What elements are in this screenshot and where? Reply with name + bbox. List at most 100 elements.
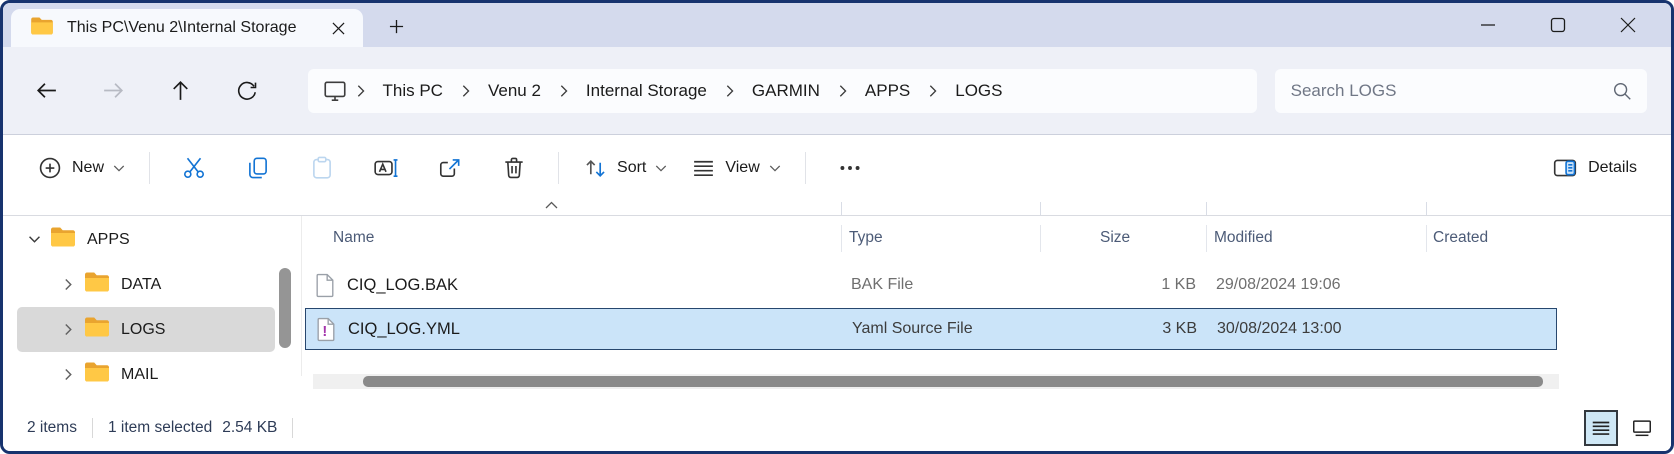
search-icon[interactable] xyxy=(1611,80,1633,107)
breadcrumb-chevron-icon xyxy=(717,84,742,98)
this-pc-icon xyxy=(322,78,348,104)
file-row-ciq-log-yml[interactable]: ! CIQ_LOG.YML Yaml Source File 3 KB 30/0… xyxy=(305,308,1557,350)
breadcrumb-this-pc[interactable]: This PC xyxy=(373,75,453,107)
sort-ascending-caret-icon xyxy=(545,196,558,214)
tab-title: This PC\Venu 2\Internal Storage xyxy=(67,19,296,37)
plus-circle-icon xyxy=(37,155,63,181)
toolbar-divider xyxy=(558,152,559,184)
sidebar-item-logs[interactable]: LOGS xyxy=(17,307,275,352)
column-header-created[interactable]: Created xyxy=(1433,216,1488,260)
horizontal-scrollbar-thumb[interactable] xyxy=(363,376,1543,387)
breadcrumb-chevron-icon xyxy=(920,84,945,98)
more-options-button[interactable] xyxy=(827,149,873,187)
toolbar: New Sort xyxy=(3,135,1671,216)
svg-text:!: ! xyxy=(322,323,327,339)
chevron-right-icon[interactable] xyxy=(51,368,85,381)
delete-button[interactable] xyxy=(491,149,537,187)
search-box xyxy=(1275,69,1647,113)
details-view-toggle[interactable] xyxy=(1584,410,1618,446)
folder-icon xyxy=(85,272,109,297)
sidebar-item-label: DATA xyxy=(121,276,161,294)
file-size: 3 KB xyxy=(997,309,1197,349)
column-header-modified[interactable]: Modified xyxy=(1214,216,1273,260)
pane-divider xyxy=(301,216,302,376)
file-type: BAK File xyxy=(851,264,913,306)
address-bar[interactable]: This PC Venu 2 Internal Storage GARMIN A… xyxy=(308,69,1257,113)
selection-count: 1 item selected xyxy=(108,419,212,437)
minimize-button[interactable] xyxy=(1475,12,1501,38)
sidebar-item-label: LOGS xyxy=(121,321,165,339)
new-button[interactable]: New xyxy=(25,148,137,188)
column-divider[interactable] xyxy=(1040,225,1041,252)
column-header-name[interactable]: Name xyxy=(333,216,374,260)
back-button[interactable] xyxy=(27,71,67,111)
chevron-right-icon[interactable] xyxy=(51,323,85,336)
breadcrumb-garmin[interactable]: GARMIN xyxy=(742,75,830,107)
column-divider[interactable] xyxy=(1206,225,1207,252)
column-header-size[interactable]: Size xyxy=(1100,216,1130,260)
forward-button[interactable] xyxy=(94,71,134,111)
file-modified: 29/08/2024 19:06 xyxy=(1216,264,1341,306)
view-button-label: View xyxy=(725,159,759,177)
maximize-button[interactable] xyxy=(1545,12,1571,38)
file-name: CIQ_LOG.YML xyxy=(348,309,460,349)
paste-button[interactable] xyxy=(299,149,345,187)
breadcrumb-apps[interactable]: APPS xyxy=(855,75,920,107)
details-pane-icon xyxy=(1552,155,1578,181)
thumbnail-view-toggle[interactable] xyxy=(1625,410,1659,446)
chevron-down-icon[interactable] xyxy=(17,235,51,244)
chevron-down-icon xyxy=(113,164,125,173)
status-divider xyxy=(92,418,93,438)
window-controls xyxy=(1475,12,1671,38)
breadcrumb-chevron-icon xyxy=(348,84,373,98)
cut-button[interactable] xyxy=(171,149,217,187)
column-divider[interactable] xyxy=(841,225,842,252)
chevron-down-icon xyxy=(769,164,781,173)
navigation-pane: APPS DATA LOGS xyxy=(3,216,303,390)
details-pane-button[interactable]: Details xyxy=(1540,148,1649,188)
column-divider[interactable] xyxy=(841,202,842,215)
search-input[interactable] xyxy=(1275,81,1647,101)
column-divider[interactable] xyxy=(1426,202,1427,215)
file-icon xyxy=(315,264,336,306)
sidebar-item-apps[interactable]: APPS xyxy=(17,217,275,262)
breadcrumb-internal-storage[interactable]: Internal Storage xyxy=(576,75,717,107)
sidebar-scrollbar[interactable] xyxy=(279,268,291,348)
column-divider[interactable] xyxy=(1426,225,1427,252)
new-tab-button[interactable] xyxy=(377,9,415,43)
close-button[interactable] xyxy=(1615,12,1641,38)
explorer-tab[interactable]: This PC\Venu 2\Internal Storage xyxy=(11,9,363,47)
copy-button[interactable] xyxy=(235,149,281,187)
file-row-ciq-log-bak[interactable]: CIQ_LOG.BAK BAK File 1 KB 29/08/2024 19:… xyxy=(305,264,1557,306)
tab-close-icon[interactable] xyxy=(323,15,353,41)
refresh-button[interactable] xyxy=(227,71,267,111)
details-pane-label: Details xyxy=(1588,159,1637,177)
share-button[interactable] xyxy=(427,149,473,187)
toolbar-divider xyxy=(149,152,150,184)
rename-button[interactable] xyxy=(363,149,409,187)
sidebar-item-data[interactable]: DATA xyxy=(17,262,275,307)
breadcrumb-venu-2[interactable]: Venu 2 xyxy=(478,75,551,107)
up-button[interactable] xyxy=(160,71,200,111)
file-modified: 30/08/2024 13:00 xyxy=(1217,309,1342,349)
file-name: CIQ_LOG.BAK xyxy=(347,264,458,306)
file-list: Name Type Size Modified Created CIQ_LOG.… xyxy=(303,216,1671,390)
status-divider xyxy=(292,418,293,438)
sort-button[interactable]: Sort xyxy=(571,149,679,188)
chevron-right-icon[interactable] xyxy=(51,278,85,291)
breadcrumb-chevron-icon xyxy=(453,84,478,98)
folder-icon xyxy=(85,362,109,387)
navigation-bar: This PC Venu 2 Internal Storage GARMIN A… xyxy=(3,47,1671,135)
column-divider[interactable] xyxy=(1040,202,1041,215)
folder-icon xyxy=(51,227,75,252)
column-header-type[interactable]: Type xyxy=(849,216,883,260)
breadcrumb-logs[interactable]: LOGS xyxy=(945,75,1012,107)
file-type: Yaml Source File xyxy=(852,309,973,349)
yaml-file-icon: ! xyxy=(316,309,337,349)
view-button[interactable]: View xyxy=(679,149,792,188)
chevron-down-icon xyxy=(655,164,667,173)
sidebar-item-label: MAIL xyxy=(121,366,158,384)
selection-size: 2.54 KB xyxy=(222,419,277,437)
column-divider[interactable] xyxy=(1206,202,1207,215)
horizontal-scrollbar[interactable] xyxy=(313,374,1559,389)
